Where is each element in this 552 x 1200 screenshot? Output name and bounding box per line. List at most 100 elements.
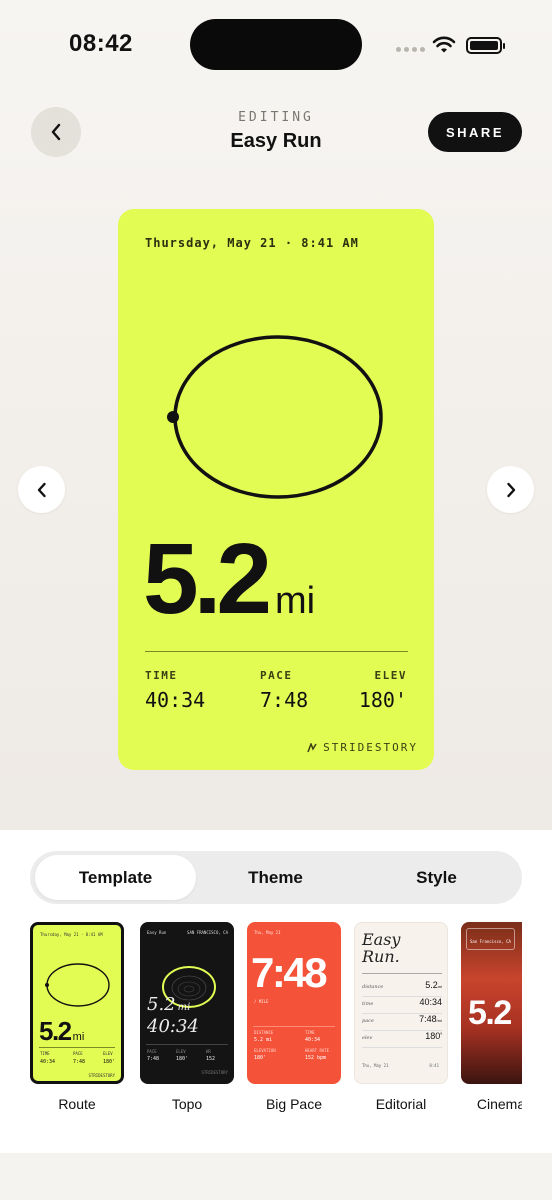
- row-label: pace: [362, 1018, 374, 1024]
- thumb-pace-unit: / MILE: [254, 999, 269, 1004]
- thumb-stat-value: 5.2 mi: [254, 1037, 273, 1043]
- row-unit: /mi: [436, 1018, 442, 1023]
- template-thumbnail: Easy Run. distance 5.2mi time 40:34 pace: [354, 922, 448, 1084]
- template-editorial[interactable]: Easy Run. distance 5.2mi time 40:34 pace: [354, 922, 448, 1112]
- template-thumbnail: Easy Run SAN FRANCISCO, CA 5.2 mi 40:34 …: [140, 922, 234, 1084]
- thumb-footer: Thu, May 21: [362, 1063, 389, 1068]
- brand-mark: STRIDESTORY: [307, 741, 418, 754]
- run-date: Thursday, May 21 · 8:41 AM: [145, 236, 359, 250]
- template-name: Big Pace: [265, 1096, 323, 1112]
- thumb-footer: 8:41: [429, 1063, 439, 1068]
- thumb-stat-label: PACE: [73, 1051, 83, 1056]
- template-cinematic[interactable]: San Francisco, CA 5.2 Cinematic: [461, 922, 522, 1112]
- row-value: 180': [425, 1031, 442, 1041]
- thumb-stat-value: 180': [103, 1059, 116, 1065]
- template-name: Cinematic: [476, 1096, 522, 1112]
- route-map: [167, 335, 383, 499]
- brand-name: STRIDESTORY: [323, 741, 418, 754]
- thumb-location: SAN FRANCISCO, CA: [187, 930, 228, 935]
- distance-unit: mi: [275, 580, 316, 622]
- stat-label: ELEV: [374, 669, 407, 682]
- tab-style[interactable]: Style: [356, 855, 517, 900]
- stat-elev: ELEV 180': [359, 669, 407, 712]
- thumb-rows: distance 5.2mi time 40:34 pace 7:48/mi e…: [362, 980, 442, 1048]
- thumb-stat-value: 180': [176, 1056, 189, 1062]
- thumb-stat-value: 40:34: [40, 1059, 56, 1065]
- thumb-distance: 5.2 mi: [39, 1016, 84, 1047]
- thumb-date: Thursday, May 21 · 8:41 AM: [40, 932, 103, 937]
- template-panel: Template Theme Style Thursday, May 21 · …: [0, 830, 552, 1153]
- stride-logo-icon: [307, 742, 317, 752]
- mode-tabs: Template Theme Style: [30, 851, 522, 904]
- thumb-stat-label: ELEV: [176, 1049, 186, 1054]
- stat-pace: PACE 7:48: [260, 669, 308, 712]
- template-carousel: Thursday, May 21 · 8:41 AM 5.2 mi TIME 4…: [0, 922, 522, 1132]
- chevron-left-icon: [37, 482, 46, 497]
- route-map: [45, 963, 110, 1007]
- divider: [362, 973, 442, 974]
- thumb-stat-value: 40:34: [305, 1037, 321, 1043]
- thumb-stat-label: HEART RATE: [305, 1048, 330, 1053]
- previous-template-button[interactable]: [18, 466, 65, 513]
- thumb-title: Easy Run.: [362, 931, 400, 966]
- route-start-marker: [167, 411, 179, 423]
- thumb-stat-label: DISTANCE: [254, 1030, 274, 1035]
- distance-display: 5.2 mi: [143, 529, 315, 629]
- editor-header: EDITING Easy Run SHARE: [0, 100, 552, 170]
- thumb-location: San Francisco, CA: [470, 939, 511, 944]
- divider: [145, 651, 408, 652]
- row-value: 7:48: [419, 1014, 437, 1024]
- tab-template[interactable]: Template: [35, 855, 196, 900]
- thumb-distance: 5.2 mi: [147, 994, 190, 1015]
- thumb-stat-label: ELEVATION: [254, 1048, 276, 1053]
- thumb-stat-value: 152 bpm: [305, 1055, 327, 1061]
- thumb-row: elev 180': [362, 1031, 442, 1048]
- status-time: 08:42: [69, 30, 133, 57]
- thumb-row: pace 7:48/mi: [362, 1014, 442, 1031]
- row-label: time: [362, 1001, 374, 1007]
- stat-time: TIME 40:34: [145, 669, 205, 712]
- thumb-location-pill: San Francisco, CA: [466, 928, 515, 950]
- template-name: Topo: [171, 1096, 203, 1112]
- thumb-pace: 7:48: [251, 949, 328, 996]
- thumb-title-line: Run.: [362, 946, 400, 966]
- row-value: 40:34: [419, 997, 442, 1007]
- thumb-stat-label: TIME: [305, 1030, 315, 1035]
- tab-theme[interactable]: Theme: [195, 855, 356, 900]
- thumb-brand: STRIDESTORY: [88, 1073, 116, 1078]
- stat-label: PACE: [260, 669, 293, 682]
- share-button[interactable]: SHARE: [428, 112, 522, 152]
- status-bar: 08:42: [0, 0, 552, 90]
- divider: [146, 1044, 228, 1045]
- thumb-row: distance 5.2mi: [362, 980, 442, 997]
- thumb-stat-label: TIME: [40, 1051, 50, 1056]
- thumb-stat-label: PACE: [147, 1049, 157, 1054]
- template-big-pace[interactable]: Thu, May 21 7:48 / MILE DISTANCE 5.2 mi …: [247, 922, 341, 1112]
- signal-icon: [396, 47, 425, 52]
- template-route[interactable]: Thursday, May 21 · 8:41 AM 5.2 mi TIME 4…: [30, 922, 124, 1112]
- distance-value: 5.2: [143, 523, 272, 635]
- template-thumbnail: Thu, May 21 7:48 / MILE DISTANCE 5.2 mi …: [247, 922, 341, 1084]
- thumb-stat-value: 7:48: [147, 1056, 160, 1062]
- thumb-distance-value: 5.2: [147, 994, 176, 1015]
- row-label: distance: [362, 984, 384, 990]
- thumb-stat-value: 152: [206, 1056, 216, 1062]
- battery-icon: [466, 37, 505, 54]
- row-unit: mi: [437, 984, 442, 989]
- thumb-row: time 40:34: [362, 997, 442, 1014]
- thumb-distance-value: 5.2: [468, 994, 512, 1032]
- template-name: Editorial: [375, 1096, 427, 1112]
- stat-value: 180': [358, 688, 407, 712]
- template-topo[interactable]: Easy Run SAN FRANCISCO, CA 5.2 mi 40:34 …: [140, 922, 234, 1112]
- stat-label: TIME: [145, 669, 178, 682]
- chevron-right-icon: [506, 482, 515, 497]
- wifi-icon: [432, 36, 456, 53]
- row-label: elev: [362, 1035, 373, 1041]
- stat-value: 40:34: [145, 688, 206, 712]
- stat-value: 7:48: [260, 688, 309, 712]
- next-template-button[interactable]: [487, 466, 534, 513]
- dynamic-island: [190, 19, 362, 70]
- home-area: [0, 1153, 552, 1200]
- thumb-title: Easy Run: [147, 930, 167, 935]
- thumb-distance-unit: mi: [177, 1002, 191, 1013]
